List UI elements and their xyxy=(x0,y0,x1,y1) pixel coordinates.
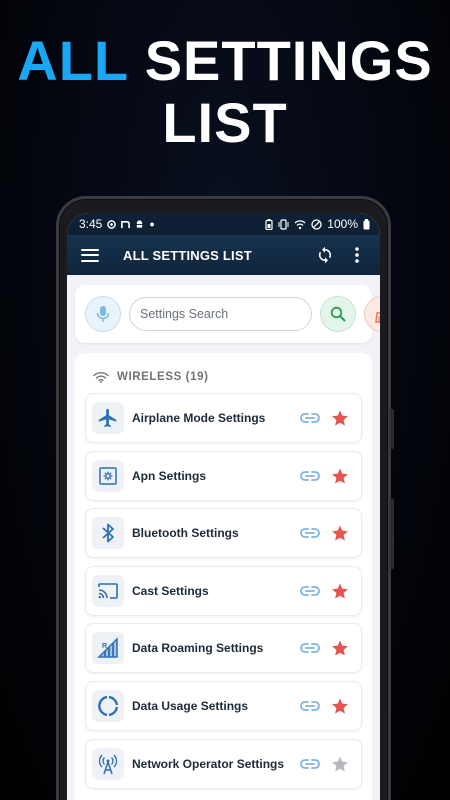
phone-screen: 3:45 ● 100% ALL SETTINGS LIST Settings S… xyxy=(67,213,380,800)
more-vert-icon xyxy=(355,247,359,263)
bluetooth-icon xyxy=(92,517,124,550)
volume-button xyxy=(390,409,394,449)
signal-icon: R xyxy=(92,632,124,665)
search-bar xyxy=(75,285,380,343)
wifi-icon xyxy=(93,371,109,383)
item-label: Bluetooth Settings xyxy=(132,526,239,541)
airplane-icon xyxy=(92,402,124,434)
battery-saver-icon xyxy=(265,218,273,230)
favorite-star-icon[interactable] xyxy=(327,639,353,657)
broom-icon xyxy=(375,312,380,323)
status-time: 3:45 xyxy=(79,217,103,231)
item-label: Airplane Mode Settings xyxy=(132,411,266,425)
search-icon xyxy=(330,306,346,322)
link-icon[interactable] xyxy=(297,470,323,482)
power-button xyxy=(390,499,394,569)
link-icon[interactable] xyxy=(297,527,323,539)
app-bar: ALL SETTINGS LIST xyxy=(67,235,380,275)
item-label: Network Operator Settings xyxy=(132,756,285,771)
favorite-star-icon[interactable] xyxy=(327,524,353,542)
voice-search-button[interactable] xyxy=(85,296,121,332)
link-icon[interactable] xyxy=(297,642,323,654)
link-icon[interactable] xyxy=(297,585,323,597)
dnd-icon xyxy=(311,218,322,230)
list-item[interactable]: Apn Settings xyxy=(85,450,362,501)
search-button[interactable] xyxy=(320,296,356,332)
list-item[interactable]: Network Operator Settings xyxy=(85,738,362,789)
battery-icon xyxy=(363,218,370,229)
svg-text:R: R xyxy=(102,643,107,650)
menu-icon[interactable] xyxy=(81,248,99,262)
dot-icon: ● xyxy=(149,219,155,229)
notification-icon xyxy=(107,219,117,229)
promo-headline: ALL SETTINGS LIST xyxy=(0,30,450,154)
headline-line-2: LIST xyxy=(162,91,288,154)
favorite-star-icon[interactable] xyxy=(327,467,353,485)
item-label: Data Roaming Settings xyxy=(132,641,264,656)
phone-frame: 3:45 ● 100% ALL SETTINGS LIST Settings S… xyxy=(56,196,394,800)
list-item[interactable]: Airplane Mode Settings xyxy=(85,393,362,443)
microphone-icon xyxy=(96,306,110,322)
headline-accent-word: ALL xyxy=(17,29,129,92)
android-icon xyxy=(137,220,143,228)
status-bar: 3:45 ● 100% xyxy=(67,213,380,235)
item-label: Cast Settings xyxy=(132,583,209,598)
cast-icon xyxy=(92,574,124,607)
apn-settings-icon xyxy=(92,459,124,492)
headline-word: SETTINGS xyxy=(144,29,433,92)
section-header-wireless: WIRELESS (19) xyxy=(85,363,362,393)
refresh-button[interactable] xyxy=(312,242,338,268)
item-label: Apn Settings xyxy=(132,468,206,483)
data-usage-icon xyxy=(92,689,124,722)
refresh-icon xyxy=(318,246,332,264)
item-label: Data Usage Settings xyxy=(132,698,249,713)
favorite-star-icon[interactable] xyxy=(327,755,353,773)
favorite-star-icon[interactable] xyxy=(327,409,353,427)
list-item[interactable]: R Data Roaming Settings xyxy=(85,623,362,674)
vibrate-icon xyxy=(278,218,289,230)
link-icon[interactable] xyxy=(297,700,323,712)
search-input[interactable] xyxy=(129,297,312,331)
list-item[interactable]: Data Usage Settings xyxy=(85,680,362,731)
section-label: WIRELESS (19) xyxy=(117,371,209,383)
more-options-button[interactable] xyxy=(344,242,370,268)
wifi-status-icon xyxy=(294,219,306,229)
link-icon[interactable] xyxy=(297,412,323,424)
favorite-star-icon[interactable] xyxy=(327,582,353,600)
app-notification-icon xyxy=(121,220,131,228)
list-item[interactable]: Bluetooth Settings xyxy=(85,508,362,559)
battery-percent: 100% xyxy=(327,217,358,231)
antenna-icon xyxy=(92,747,124,780)
settings-list: WIRELESS (19) Airplane Mode Settings Apn… xyxy=(75,353,372,800)
favorite-star-icon[interactable] xyxy=(327,697,353,715)
clear-search-button[interactable] xyxy=(364,296,380,332)
headline-line-1: ALL SETTINGS xyxy=(0,30,450,92)
list-item[interactable]: Cast Settings xyxy=(85,565,362,616)
app-title: ALL SETTINGS LIST xyxy=(123,247,252,263)
link-icon[interactable] xyxy=(297,758,323,770)
